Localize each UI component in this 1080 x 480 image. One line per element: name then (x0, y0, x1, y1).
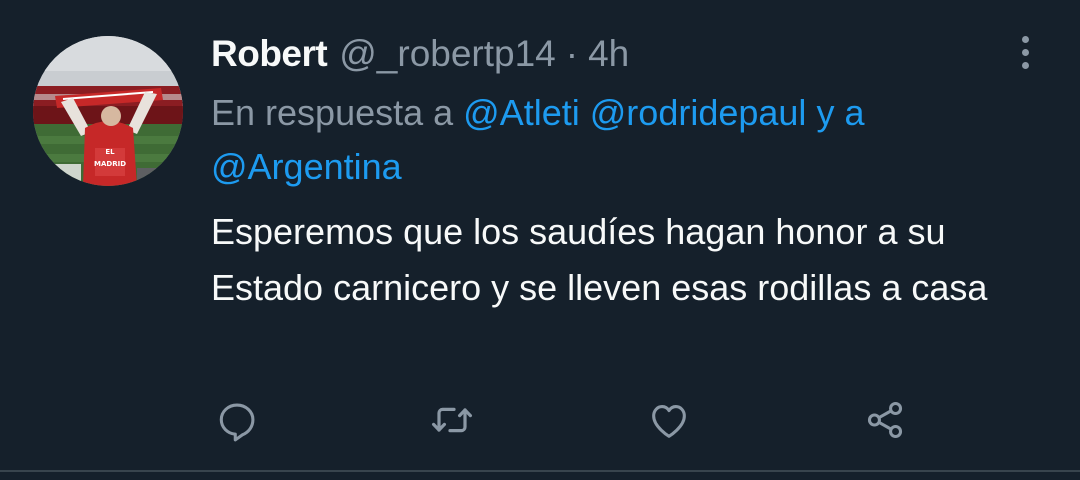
more-vertical-icon (1021, 61, 1029, 69)
reply-icon (219, 403, 255, 442)
share-icon (867, 401, 903, 439)
tweet-text: Esperemos que los saudíes hagan honor a … (211, 211, 988, 308)
mention-others-link[interactable]: y a (816, 92, 864, 133)
tweet-divider (0, 470, 1080, 472)
separator-dot: · (565, 33, 579, 74)
author-name[interactable]: Robert (211, 30, 328, 78)
tweet-actions (0, 390, 1080, 450)
mention-link-rodridepaul[interactable]: @rodridepaul (590, 92, 807, 133)
avatar-photo: EL MADRID (33, 36, 183, 186)
reply-prefix: En respuesta a (211, 92, 454, 133)
more-vertical-icon (1021, 48, 1029, 56)
retweet-icon (432, 407, 472, 433)
svg-text:MADRID: MADRID (94, 160, 126, 168)
tweet-timestamp[interactable]: 4h (588, 30, 629, 78)
retweet-button[interactable] (422, 390, 482, 450)
more-vertical-icon (1021, 35, 1029, 43)
svg-text:EL: EL (105, 148, 115, 156)
reply-button[interactable] (207, 390, 267, 450)
reply-context: En respuesta a @Atleti @rodridepaul y a … (211, 86, 1051, 194)
tweet-card[interactable]: EL MADRID Robert @_robertp14 · 4h En res… (0, 0, 1080, 471)
more-options-button[interactable] (1008, 30, 1042, 74)
like-button[interactable] (639, 390, 699, 450)
mention-link-argentina[interactable]: @Argentina (211, 146, 402, 187)
tweet-header: Robert @_robertp14 · 4h (211, 30, 629, 78)
author-handle[interactable]: @_robertp14 (339, 30, 556, 78)
avatar[interactable]: EL MADRID (33, 36, 183, 186)
like-icon (652, 405, 686, 438)
share-button[interactable] (855, 390, 915, 450)
mention-link-atleti[interactable]: @Atleti (463, 92, 580, 133)
